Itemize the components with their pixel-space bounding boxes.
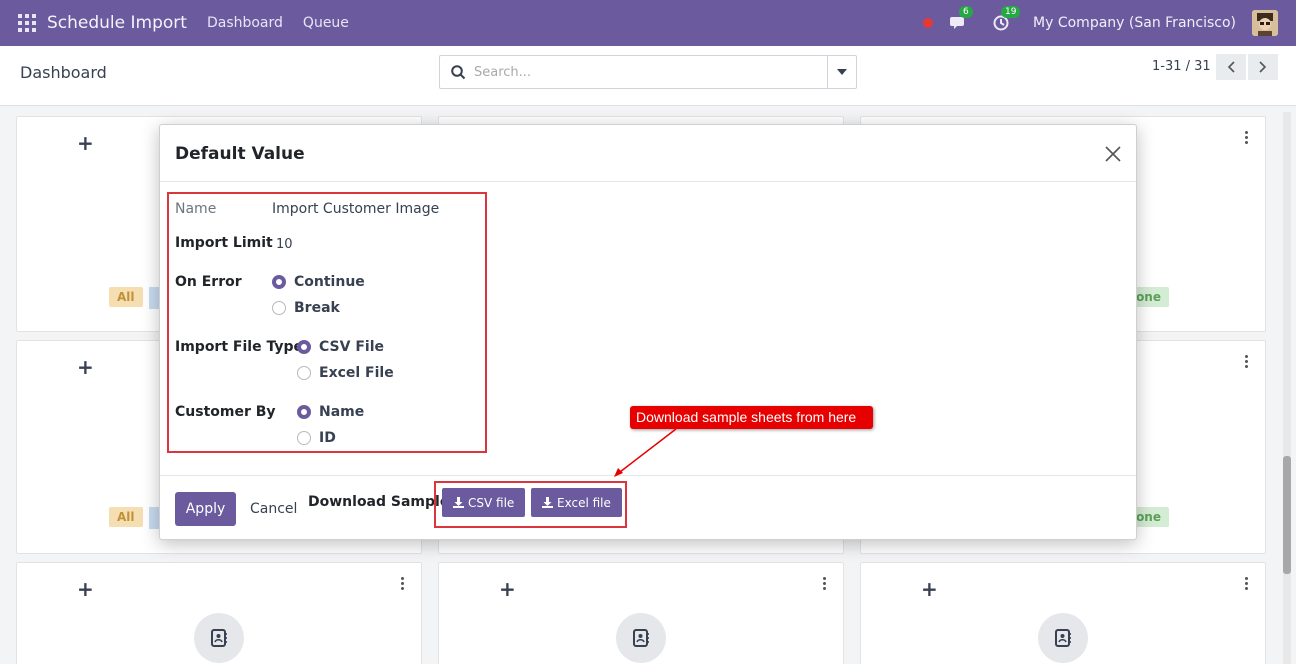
download-icon (453, 497, 464, 508)
radio-selected-icon (297, 340, 311, 354)
radio-label: Excel File (319, 365, 394, 381)
kebab-menu-icon[interactable] (1245, 577, 1249, 592)
radio-label: ID (319, 430, 336, 446)
file-type-excel-radio[interactable]: Excel File (297, 365, 394, 381)
cancel-button[interactable]: Cancel (248, 492, 299, 526)
close-icon (1105, 146, 1121, 162)
dialog-header: Default Value (160, 125, 1136, 182)
kebab-menu-icon[interactable] (823, 577, 827, 592)
user-avatar[interactable] (1252, 10, 1278, 36)
search-icon (451, 64, 466, 79)
radio-selected-icon (297, 405, 311, 419)
radio-unselected-icon (272, 301, 286, 315)
download-sample-label: Download Sample: (308, 494, 455, 510)
dialog-title: Default Value (175, 144, 305, 164)
plus-icon[interactable]: + (499, 577, 516, 601)
excel-file-label: Excel file (557, 495, 611, 510)
radio-label: CSV File (319, 339, 384, 355)
control-panel: Dashboard 1-31 / 31 (0, 46, 1296, 106)
default-value-dialog: Default Value Name Import Customer Image… (159, 124, 1137, 540)
tag-all[interactable]: All (109, 507, 143, 527)
plus-icon[interactable]: + (77, 577, 94, 601)
scrollbar-thumb[interactable] (1283, 456, 1291, 574)
page-scrollbar[interactable] (1283, 112, 1291, 664)
csv-file-download-button[interactable]: CSV file (442, 488, 526, 517)
app-title[interactable]: Schedule Import (47, 13, 187, 33)
caret-down-icon (837, 69, 847, 75)
annotation-callout: Download sample sheets from here (630, 406, 873, 429)
on-error-break-radio[interactable]: Break (272, 300, 340, 316)
radio-unselected-icon (297, 431, 311, 445)
messages-count-badge: 6 (959, 6, 973, 18)
tag-blue[interactable] (149, 287, 159, 309)
radio-label: Continue (294, 274, 365, 290)
activities-clock-icon[interactable]: 19 (991, 6, 1021, 33)
activities-count-badge: 19 (1001, 6, 1021, 18)
name-label: Name (175, 201, 217, 217)
pager-value[interactable]: 1-31 / 31 (1152, 59, 1211, 74)
on-error-continue-radio[interactable]: Continue (272, 274, 365, 290)
import-file-type-label: Import File Type (175, 339, 303, 355)
customer-by-id-radio[interactable]: ID (297, 430, 336, 446)
dialog-footer: Apply Cancel Download Sample: CSV file E… (160, 475, 1136, 539)
search-bar (439, 55, 857, 89)
record-indicator-icon[interactable] (923, 18, 934, 28)
radio-label: Break (294, 300, 340, 316)
close-button[interactable] (1104, 145, 1122, 163)
contact-book-icon (1038, 613, 1088, 663)
chevron-left-icon (1227, 61, 1235, 73)
radio-label: Name (319, 404, 365, 420)
top-navbar: Schedule Import Dashboard Queue 6 19 My … (0, 0, 1296, 46)
breadcrumb: Dashboard (20, 63, 107, 82)
search-options-toggle[interactable] (827, 56, 856, 88)
contact-book-icon (194, 613, 244, 663)
customer-by-name-radio[interactable]: Name (297, 404, 364, 420)
messages-icon[interactable]: 6 (949, 6, 973, 33)
chevron-right-icon (1259, 61, 1267, 73)
kebab-menu-icon[interactable] (1245, 355, 1249, 370)
kebab-menu-icon[interactable] (1245, 131, 1249, 146)
tag-blue[interactable] (149, 507, 159, 529)
plus-icon[interactable]: + (921, 577, 938, 601)
pager-next-button[interactable] (1248, 54, 1278, 80)
tag-all[interactable]: All (109, 287, 143, 307)
apps-menu-icon[interactable] (18, 14, 36, 32)
apply-button[interactable]: Apply (175, 492, 236, 526)
import-limit-label: Import Limit (175, 235, 273, 251)
download-icon (542, 497, 553, 508)
nav-link-queue[interactable]: Queue (303, 15, 349, 31)
nav-link-dashboard[interactable]: Dashboard (207, 15, 283, 31)
file-type-csv-radio[interactable]: CSV File (297, 339, 384, 355)
customer-by-label: Customer By (175, 404, 276, 420)
plus-icon[interactable]: + (77, 355, 94, 379)
tag-done[interactable]: one (1132, 507, 1169, 527)
company-switcher[interactable]: My Company (San Francisco) (1033, 15, 1236, 31)
excel-file-download-button[interactable]: Excel file (531, 488, 622, 517)
kanban-card[interactable]: + (860, 562, 1266, 664)
csv-file-label: CSV file (468, 495, 515, 510)
search-input[interactable] (466, 57, 827, 87)
pager-previous-button[interactable] (1216, 54, 1246, 80)
tag-done[interactable]: one (1132, 287, 1169, 307)
kebab-menu-icon[interactable] (401, 577, 405, 592)
radio-unselected-icon (297, 366, 311, 380)
name-value: Import Customer Image (272, 201, 440, 217)
import-limit-value[interactable]: 10 (276, 237, 293, 252)
kanban-card[interactable]: + (16, 562, 422, 664)
plus-icon[interactable]: + (77, 131, 94, 155)
on-error-label: On Error (175, 274, 242, 290)
radio-selected-icon (272, 275, 286, 289)
contact-book-icon (616, 613, 666, 663)
kanban-card[interactable]: + (438, 562, 844, 664)
